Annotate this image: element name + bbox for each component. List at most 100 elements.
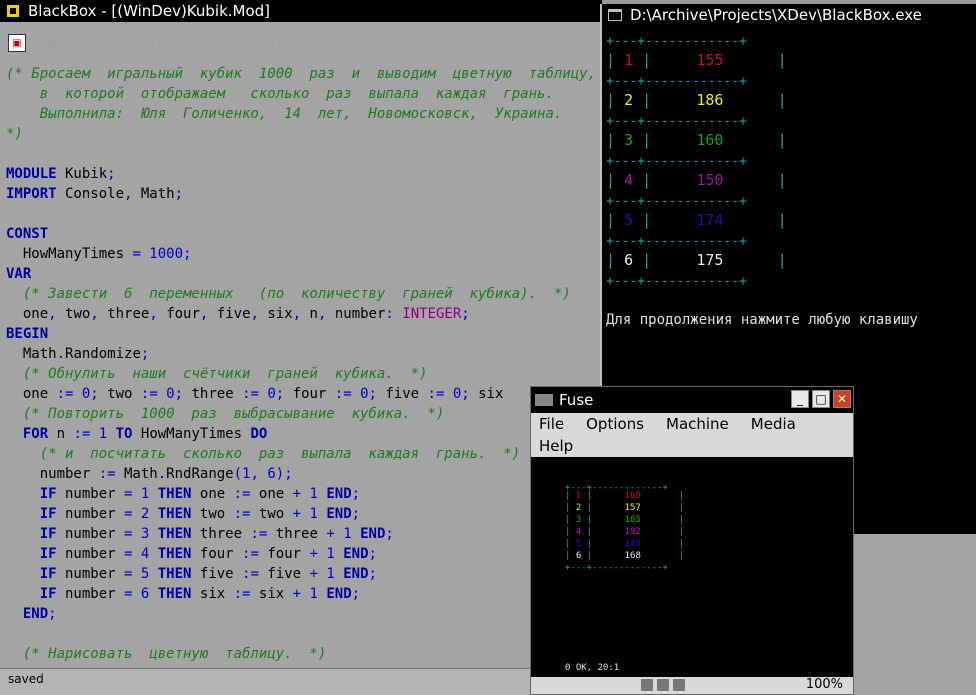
code-token: END (334, 546, 369, 562)
code-token: Math (115, 466, 158, 482)
code-token: 6 (132, 586, 150, 602)
menu-dev[interactable]: Dev (270, 35, 298, 51)
console-message: Для продолжения нажмите любую клавишу (606, 312, 918, 328)
fuse-menu-machine[interactable]: Machine (666, 415, 729, 433)
code-token: 1 (317, 566, 335, 582)
code-line: HowManyTimes = 1000; (6, 244, 602, 264)
code-token: ; (351, 586, 361, 602)
console-titlebar[interactable]: D:\Archive\Projects\XDev\BlackBox.exe (602, 4, 976, 26)
code-token: IF (6, 546, 57, 562)
code-token: , (149, 306, 158, 322)
face-cell: 6 (624, 251, 634, 269)
code-token: MODULE (6, 166, 57, 182)
table-border: | (633, 51, 697, 69)
menu-file[interactable]: File (36, 35, 59, 51)
count-cell: 160 (696, 131, 724, 149)
table-border: | (633, 211, 697, 229)
code-token: (* Нарисовать цветную таблицу. *) (6, 646, 327, 662)
table-border: | (723, 171, 787, 189)
code-token: RndRange (166, 466, 234, 482)
menu-tools[interactable]: Tools (320, 35, 355, 51)
code-token: three (98, 306, 150, 322)
count-cell: 155 (696, 51, 724, 69)
table-row: | 3 | 160 | (606, 130, 787, 150)
code-editor[interactable]: (* Бросаем игральный кубик 1000 раз и вы… (6, 64, 602, 664)
code-token: ; (174, 386, 184, 402)
menu-attributes[interactable]: Attributes (131, 35, 200, 51)
table-border: | (606, 131, 625, 149)
code-token: n (48, 426, 74, 442)
emulator-screen[interactable]: +---+-------------+ | 1 | 169 | | 2 | 157 … (531, 457, 853, 677)
code-token: number (56, 486, 125, 502)
table-border: | (581, 539, 625, 549)
maximize-button[interactable]: □ (812, 390, 830, 408)
table-row: | 2 | 157 | (565, 503, 684, 514)
blackbox-titlebar[interactable]: BlackBox - [(WinDev)Kubik.Mod] (0, 0, 602, 22)
code-token: ; (351, 506, 361, 522)
code-token: (* и посчитать сколько раз выпала каждая… (6, 446, 521, 462)
code-token: two (250, 506, 293, 522)
code-token: 1 (301, 486, 318, 502)
code-token: six (258, 306, 293, 322)
code-line: IF number = 5 THEN five := five + 1 END; (6, 564, 602, 584)
code-token: ); (275, 466, 293, 482)
document-icon[interactable]: ▣ (8, 34, 26, 52)
emulator-status-line: 0 OK, 20:1 (565, 663, 620, 673)
code-token: Выполнила: Юля Голиченко, 14 лет, Новомо… (6, 106, 563, 122)
status-bar: saved (0, 668, 602, 695)
fuse-menu-help[interactable]: Help (539, 437, 573, 455)
table-row: | 5 | 149 | (565, 539, 684, 550)
count-cell: 149 (624, 539, 641, 549)
code-token: 1000 (140, 246, 184, 262)
code-token: := (242, 546, 259, 562)
code-token: THEN (149, 506, 192, 522)
code-line: IF number = 3 THEN three := three + 1 EN… (6, 524, 602, 544)
code-token: number (56, 506, 125, 522)
code-line: MODULE Kubik; (6, 164, 602, 184)
desktop-background (852, 534, 976, 695)
count-cell: 165 (624, 515, 641, 525)
code-token: 4 (132, 546, 150, 562)
fuse-menu-options[interactable]: Options (586, 415, 644, 433)
table-border: | (565, 539, 576, 549)
minimize-button[interactable]: _ (791, 390, 809, 408)
table-border: | (581, 503, 625, 513)
fuse-menu-file[interactable]: File (539, 415, 564, 433)
fuse-titlebar[interactable]: Fuse _ □ ✕ (531, 387, 853, 413)
fuse-menu-media[interactable]: Media (751, 415, 796, 433)
menu-controls[interactable]: Controls (376, 35, 434, 51)
count-cell: 174 (696, 211, 724, 229)
code-line: (* Повторить 1000 раз выбрасывание кубик… (6, 404, 602, 424)
count-cell: 175 (696, 251, 724, 269)
count-cell: 157 (624, 503, 641, 513)
code-token: (* Обнулить наши счётчики граней кубика.… (6, 366, 428, 382)
code-token: := (334, 386, 352, 402)
table-border: | (606, 251, 625, 269)
table-separator: +---+------------+ (606, 274, 747, 289)
code-token: VAR (6, 266, 32, 282)
table-border: | (723, 251, 787, 269)
fuse-window: Fuse _ □ ✕ File Options Machine Media He… (530, 386, 854, 695)
code-line: (* Нарисовать цветную таблицу. *) (6, 644, 602, 664)
table-border: | (581, 515, 625, 525)
close-button[interactable]: ✕ (833, 390, 851, 408)
code-line: (* Бросаем игральный кубик 1000 раз и вы… (6, 64, 602, 84)
code-token: + (292, 486, 302, 502)
code-token: THEN (149, 546, 192, 562)
menu-text[interactable]: Text (456, 35, 484, 51)
code-token: number (6, 466, 99, 482)
menu-sql[interactable]: SQL (507, 35, 535, 51)
code-token: Kubik (56, 166, 108, 182)
menu-edit[interactable]: Edit (81, 35, 108, 51)
code-token: (* Повторить 1000 раз выбрасывание кубик… (6, 406, 445, 422)
table-border: | (565, 491, 576, 501)
status-text: saved (8, 672, 44, 686)
menu-info[interactable]: Info (222, 35, 249, 51)
code-token: six (250, 586, 293, 602)
table-border: | (565, 503, 576, 513)
code-token: (* Завести 6 переменных (по количеству г… (6, 286, 571, 302)
code-token: THEN (149, 486, 192, 502)
code-token: ; (48, 606, 57, 622)
face-cell: 4 (624, 171, 634, 189)
